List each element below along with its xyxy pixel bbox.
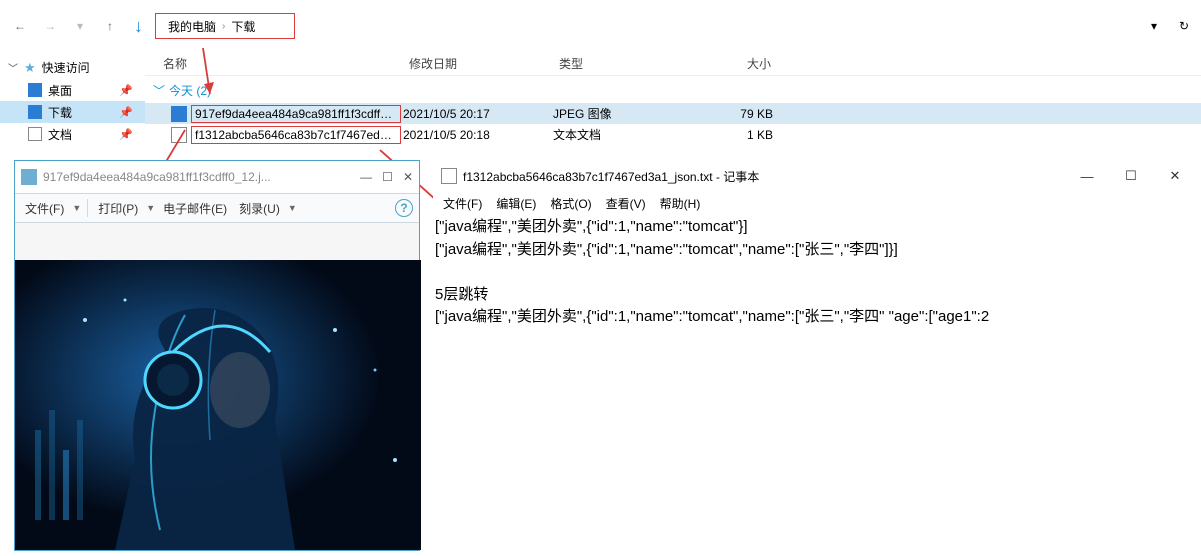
nav-forward-button[interactable]: → [38, 14, 62, 38]
sidebar-header-label: 快速访问 [42, 59, 90, 76]
breadcrumb-separator-icon: › [222, 21, 225, 32]
file-size: 79 KB [683, 107, 773, 121]
app-icon [21, 169, 37, 185]
notepad-content[interactable]: ["java编程","美团外卖",{"id":1,"name":"tomcat"… [433, 214, 1198, 331]
image-viewer-window: 917ef9da4eea484a9ca981ff1f3cdff0_12.j...… [14, 160, 420, 551]
help-icon[interactable]: ? [395, 199, 413, 217]
window-title: f1312abcba5646ca83b7c1f7467ed3a1_json.tx… [463, 168, 1072, 185]
pin-icon: 📌 [119, 106, 133, 119]
close-button[interactable]: ✕ [403, 170, 413, 184]
file-row[interactable]: f1312abcba5646ca83b7c1f7467ed3a... 2021/… [145, 124, 1201, 145]
file-row[interactable]: 917ef9da4eea484a9ca981ff1f3cdff0_... 202… [145, 103, 1201, 124]
nav-back-button[interactable]: ← [8, 14, 32, 38]
column-header-name[interactable]: 名称 [145, 55, 405, 72]
file-name: f1312abcba5646ca83b7c1f7467ed3a... [191, 126, 401, 144]
menu-email[interactable]: 电子邮件(E) [159, 198, 231, 219]
file-pane: 名称 修改日期 类型 大小 ﹀ 今天 (2) 917ef9da4eea484a9… [145, 52, 1201, 152]
file-size: 1 KB [683, 128, 773, 142]
text-line: ["java编程","美团外卖",{"id":1,"name":"tomcat"… [435, 216, 1196, 239]
notepad-icon [441, 168, 457, 184]
breadcrumb-segment[interactable]: 下载 [231, 18, 255, 35]
group-label: 今天 (2) [169, 82, 211, 99]
maximize-button[interactable]: ☐ [1116, 168, 1146, 184]
column-header-size[interactable]: 大小 [685, 55, 775, 72]
file-group-today[interactable]: ﹀ 今天 (2) [145, 76, 1201, 103]
file-modified: 2021/10/5 20:18 [403, 128, 553, 142]
desktop-icon [28, 83, 42, 97]
menu-format[interactable]: 格式(O) [544, 193, 597, 214]
menu-help[interactable]: 帮助(H) [654, 193, 707, 214]
text-line [435, 261, 1196, 284]
breadcrumb-segment[interactable]: 我的电脑 [168, 18, 216, 35]
minimize-button[interactable]: — [360, 170, 372, 184]
sidebar-item-documents[interactable]: 文档 📌 [0, 123, 145, 145]
text-file-icon [171, 127, 187, 143]
text-line: ["java编程","美团外卖",{"id":1,"name":"tomcat"… [435, 239, 1196, 262]
menu-file[interactable]: 文件(F) [437, 193, 488, 214]
nav-dropdown-icon[interactable]: ▾ [68, 14, 92, 38]
star-icon: ★ [24, 60, 36, 76]
menu-print[interactable]: 打印(P) [94, 198, 142, 219]
nav-up-button[interactable]: ↑ [98, 14, 122, 38]
maximize-button[interactable]: ☐ [382, 170, 393, 184]
column-header-modified[interactable]: 修改日期 [405, 55, 555, 72]
separator [87, 199, 88, 217]
menu-file[interactable]: 文件(F) [21, 198, 68, 219]
menu-edit[interactable]: 编辑(E) [490, 193, 542, 214]
caret-down-icon: ▼ [288, 203, 297, 213]
sidebar-quick-access[interactable]: ﹀ ★ 快速访问 [0, 56, 145, 79]
sidebar-item-label: 下载 [48, 104, 72, 121]
sidebar-item-label: 桌面 [48, 82, 72, 99]
dropdown-icon[interactable]: ▾ [1145, 17, 1163, 35]
sidebar-item-desktop[interactable]: 桌面 📌 [0, 79, 145, 101]
caret-down-icon: ▼ [146, 203, 155, 213]
text-line: ["java编程","美团外卖",{"id":1,"name":"tomcat"… [435, 306, 1196, 329]
image-file-icon [171, 106, 187, 122]
menu-record[interactable]: 刻录(U) [235, 198, 284, 219]
caret-down-icon: ﹀ [153, 82, 165, 99]
pin-icon: 📌 [119, 128, 133, 141]
pin-icon: 📌 [119, 84, 133, 97]
caret-down-icon: ﹀ [8, 60, 18, 75]
file-type: JPEG 图像 [553, 105, 683, 122]
downloads-folder-icon [28, 105, 42, 119]
menu-view[interactable]: 查看(V) [600, 193, 652, 214]
caret-down-icon: ▼ [72, 203, 81, 213]
text-line: 5层跳转 [435, 284, 1196, 307]
sidebar-item-downloads[interactable]: 下载 📌 [0, 101, 145, 123]
file-name: 917ef9da4eea484a9ca981ff1f3cdff0_... [191, 105, 401, 123]
image-preview [15, 260, 421, 550]
window-title: 917ef9da4eea484a9ca981ff1f3cdff0_12.j... [43, 170, 360, 184]
close-button[interactable]: ✕ [1160, 168, 1190, 184]
file-modified: 2021/10/5 20:17 [403, 107, 553, 121]
column-header-type[interactable]: 类型 [555, 55, 685, 72]
file-type: 文本文档 [553, 126, 683, 143]
notepad-window: f1312abcba5646ca83b7c1f7467ed3a1_json.tx… [433, 160, 1198, 551]
sidebar-item-label: 文档 [48, 126, 72, 143]
document-icon [28, 127, 42, 141]
refresh-icon[interactable]: ↻ [1175, 17, 1193, 35]
minimize-button[interactable]: — [1072, 169, 1102, 184]
sidebar: ﹀ ★ 快速访问 桌面 📌 下载 📌 文档 📌 [0, 52, 145, 152]
downloads-icon: ↓ [134, 16, 143, 37]
breadcrumb[interactable]: 我的电脑 › 下载 [155, 13, 295, 39]
